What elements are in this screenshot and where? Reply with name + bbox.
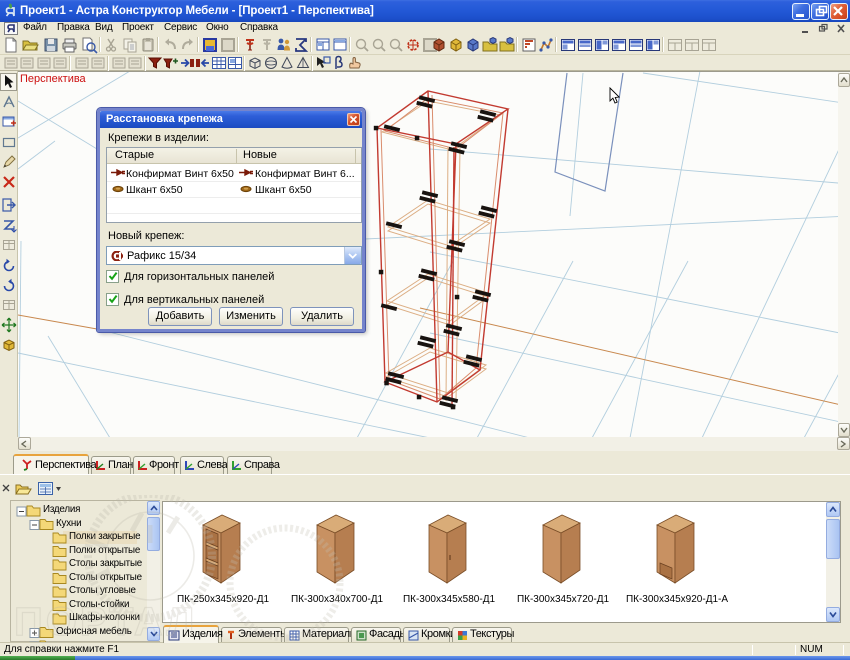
svg-text:ПОРТАЛ: ПОРТАЛ [14,600,197,643]
